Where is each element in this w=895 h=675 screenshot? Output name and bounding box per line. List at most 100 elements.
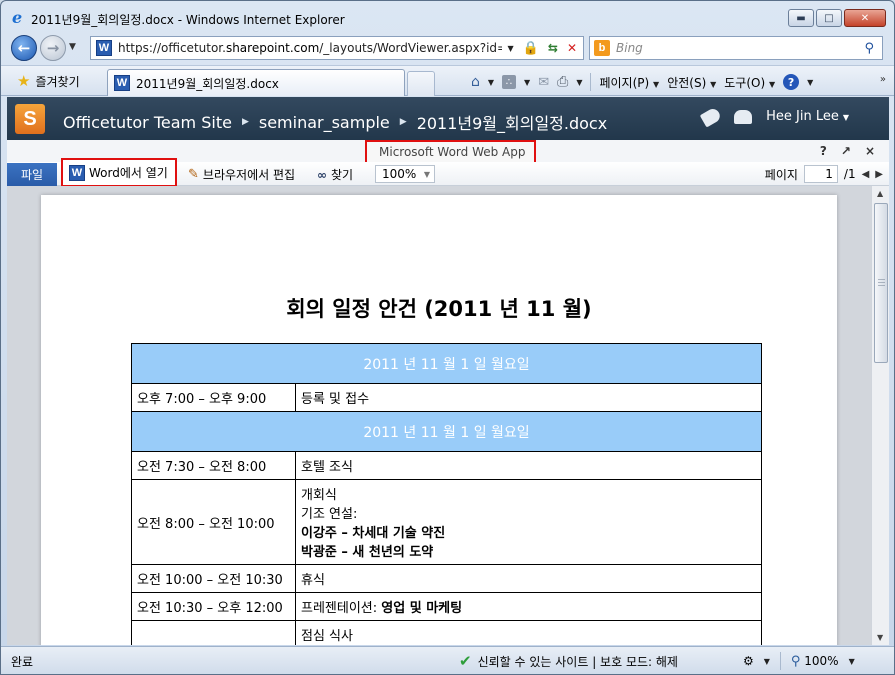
user-menu[interactable]: Hee Jin Lee ▼ xyxy=(766,109,849,124)
vertical-scrollbar[interactable]: ▲ ― ― ― ▼ xyxy=(871,186,889,645)
table-row: 2011 년 11 월 1 일 월요일 xyxy=(131,411,762,452)
event-line: 개회식 xyxy=(301,488,337,503)
window-title: 2011년9월_회의일정.docx - Windows Internet Exp… xyxy=(31,13,345,27)
close-window-button[interactable]: ✕ xyxy=(844,9,886,27)
open-in-word-button[interactable]: W Word에서 열기 xyxy=(61,158,177,187)
page-content: S Officetutor Team Site ▶ seminar_sample… xyxy=(7,97,889,645)
close-app-button[interactable]: × xyxy=(865,144,875,158)
search-icon[interactable]: ⚲ xyxy=(864,41,874,56)
zoom-select[interactable]: 100% ▼ xyxy=(375,165,435,183)
help-dropdown-icon[interactable]: ▼ xyxy=(807,78,813,87)
social-icon[interactable] xyxy=(734,109,753,124)
table-row: 오후 7:00 – 오후 9:00 등록 및 접수 xyxy=(131,383,762,412)
print-icon[interactable]: ⎙ xyxy=(557,74,568,90)
scrollbar-thumb[interactable]: ― ― ― xyxy=(874,203,888,363)
page-label: 페이지 xyxy=(764,167,798,182)
next-page-icon[interactable]: ▶ xyxy=(875,169,883,180)
url-path: /_layouts/WordViewer.aspx?id=/2/... xyxy=(319,41,501,55)
back-button[interactable]: ← xyxy=(11,35,37,61)
breadcrumb: Officetutor Team Site ▶ seminar_sample ▶… xyxy=(63,110,607,134)
zoom-dropdown-icon[interactable]: ▼ xyxy=(849,657,855,666)
more-chevron-icon[interactable]: » xyxy=(880,74,886,85)
scroll-up-icon[interactable]: ▲ xyxy=(877,189,883,198)
previous-page-icon[interactable]: ◀ xyxy=(862,169,870,180)
popout-icon[interactable]: ↗ xyxy=(841,144,851,158)
maximize-button[interactable]: □ xyxy=(816,9,842,27)
lock-icon[interactable]: 🔒 xyxy=(523,41,539,56)
new-tab-button[interactable] xyxy=(407,71,435,96)
status-tools: ⚙ ▼ ⚲ 100% ▼ xyxy=(743,652,855,670)
chevron-down-icon: ▼ xyxy=(423,169,430,179)
grip-icon: ― ― ― xyxy=(878,275,885,289)
page-number-input[interactable]: 1 xyxy=(803,165,838,183)
security-zone-label: 신뢰할 수 있는 사이트 | 보호 모드: 해제 xyxy=(477,654,678,669)
breadcrumb-arrow-icon: ▶ xyxy=(399,117,407,127)
sharepoint-header: S Officetutor Team Site ▶ seminar_sample… xyxy=(7,97,889,140)
breadcrumb-library[interactable]: seminar_sample xyxy=(259,113,390,132)
ribbon: 파일 W Word에서 열기 ✎ 브라우저에서 편집 ∞ 찾기 100% ▼ 페… xyxy=(7,158,889,187)
chevron-down-icon: ▼ xyxy=(768,79,776,89)
url-text[interactable]: https://officetutor.sharepoint.com/_layo… xyxy=(118,41,502,55)
zoom-control[interactable]: ⚲ 100% xyxy=(791,654,839,669)
word-doc-icon: W xyxy=(96,40,112,56)
home-dropdown-icon[interactable]: ▼ xyxy=(488,78,494,87)
time-cell: 오전 8:00 – 오전 10:00 xyxy=(131,479,296,565)
edit-in-browser-button[interactable]: ✎ 브라우저에서 편집 xyxy=(188,166,295,183)
url-prefix: https://officetutor. xyxy=(118,41,226,55)
find-label: 찾기 xyxy=(331,168,354,182)
agenda-table: 2011 년 11 월 1 일 월요일 오후 7:00 – 오후 9:00 등록… xyxy=(131,343,762,645)
find-button[interactable]: ∞ 찾기 xyxy=(317,166,353,183)
stop-icon[interactable]: ✕ xyxy=(567,41,577,55)
forward-button[interactable]: → xyxy=(40,35,66,61)
minimize-button[interactable]: ▬ xyxy=(788,9,814,27)
word-icon: W xyxy=(69,164,85,181)
star-icon: ★ xyxy=(17,72,31,90)
favorites-button[interactable]: ★ 즐겨찾기 xyxy=(17,72,80,90)
status-text: 완료 xyxy=(11,655,34,669)
edit-icon: ✎ xyxy=(188,167,199,182)
user-name: Hee Jin Lee xyxy=(766,109,839,124)
breadcrumb-document: 2011년9월_회의일정.docx xyxy=(416,114,608,133)
address-bar[interactable]: W https://officetutor.sharepoint.com/_la… xyxy=(90,36,584,60)
event-topic: 영업 및 마케팅 xyxy=(381,601,463,616)
print-dropdown-icon[interactable]: ▼ xyxy=(576,78,582,87)
file-tab[interactable]: 파일 xyxy=(7,163,57,186)
help-button[interactable]: ? xyxy=(820,144,827,158)
tab-title: 2011년9월_회의일정.docx xyxy=(136,76,279,91)
page-menu-label: 페이지(P) xyxy=(599,75,650,90)
event-prefix: 프레젠테이션: xyxy=(301,601,382,616)
refresh-icon[interactable]: ⇆ xyxy=(548,41,558,55)
zoom-value: 100% xyxy=(382,167,417,181)
title-bar: e 2011년9월_회의일정.docx - Windows Internet E… xyxy=(1,1,894,35)
popup-blocker-icon[interactable]: ⚙ xyxy=(743,654,754,668)
time-cell xyxy=(131,620,296,645)
security-zone[interactable]: ✔ 신뢰할 수 있는 사이트 | 보호 모드: 해제 xyxy=(459,652,678,670)
breadcrumb-site[interactable]: Officetutor Team Site xyxy=(63,113,232,132)
document-page: 회의 일정 안건 (2011 년 11 월) 2011 년 11 월 1 일 월… xyxy=(41,195,837,645)
scroll-down-icon[interactable]: ▼ xyxy=(877,633,883,642)
time-cell: 오전 10:30 – 오후 12:00 xyxy=(131,592,296,621)
url-domain: sharepoint.com xyxy=(225,41,320,55)
chevron-down-icon[interactable]: ▼ xyxy=(764,657,770,666)
mail-icon[interactable]: ✉ xyxy=(538,75,549,90)
sharepoint-user-area: Hee Jin Lee ▼ xyxy=(699,105,849,128)
recent-pages-dropdown[interactable]: ▼ xyxy=(69,42,76,52)
page-menu[interactable]: 페이지(P) ▼ xyxy=(599,74,659,91)
help-icon[interactable]: ? xyxy=(783,74,800,90)
search-bar[interactable]: b Bing ⚲ xyxy=(589,36,883,60)
bing-icon: b xyxy=(594,40,610,56)
safety-menu[interactable]: 안전(S) ▼ xyxy=(667,74,716,91)
tags-icon[interactable] xyxy=(699,105,723,128)
checkmark-icon: ✔ xyxy=(459,652,472,670)
tools-menu[interactable]: 도구(O) ▼ xyxy=(724,74,775,91)
sharepoint-logo-icon[interactable]: S xyxy=(15,104,45,134)
browser-tab[interactable]: W 2011년9월_회의일정.docx xyxy=(107,69,405,96)
command-row: ★ 즐겨찾기 W 2011년9월_회의일정.docx ⌂ ▼ ∴ ▼ ✉ ⎙ ▼… xyxy=(1,65,894,96)
home-icon[interactable]: ⌂ xyxy=(471,74,480,90)
address-dropdown-icon[interactable]: ▼ xyxy=(508,44,514,53)
day-header: 2011 년 11 월 1 일 월요일 xyxy=(131,343,762,384)
rss-dropdown-icon[interactable]: ▼ xyxy=(524,78,530,87)
rss-icon[interactable]: ∴ xyxy=(502,75,517,89)
divider xyxy=(590,73,592,91)
search-placeholder[interactable]: Bing xyxy=(616,41,864,55)
